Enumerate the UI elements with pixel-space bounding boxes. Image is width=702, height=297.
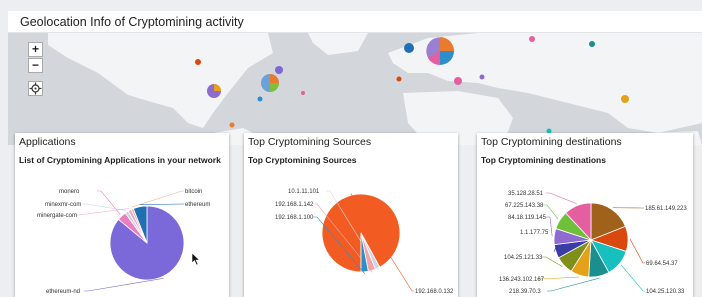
map-marker <box>301 91 305 95</box>
slice-label: 218.39.70.3 <box>509 289 541 295</box>
slice-label: 104.25.121.33 <box>504 255 543 261</box>
locate-button[interactable] <box>28 81 43 96</box>
map-marker <box>229 122 235 128</box>
leader-line <box>546 192 577 205</box>
slice-label: 192.168.1.100 <box>275 215 314 221</box>
map-marker <box>454 77 462 85</box>
map-marker <box>275 66 283 74</box>
leader-line <box>620 264 645 292</box>
destinations-card: Top Cryptomining destinations Top Crypto… <box>477 133 693 297</box>
zoom-in-button[interactable]: + <box>28 42 43 57</box>
pie-chart: 192.168.0.132 10.1.11.101 192.168.1.142 192… <box>275 189 454 295</box>
slice-label: 10.1.11.101 <box>288 189 320 195</box>
slice-label: bitcoin <box>185 189 202 195</box>
geo-map[interactable]: + − <box>8 33 702 145</box>
map-marker <box>589 41 595 47</box>
pie-chart: ethereum-nd monero minexmr-com minergate-co… <box>37 189 210 295</box>
dashboard-title: Geolocation Info of Cryptomining activit… <box>20 15 244 29</box>
leader-line <box>629 238 645 264</box>
leader-line <box>84 277 164 292</box>
slice-label: 84.18.119.145 <box>508 215 547 221</box>
leader-line <box>131 190 184 208</box>
slice-label: 185.61.149.223 <box>645 206 687 212</box>
slice-label: monero <box>59 189 80 195</box>
map-marker <box>257 96 263 102</box>
slice-label: ethereum-nd <box>46 289 80 295</box>
map-marker-slice <box>270 74 279 83</box>
top-bar <box>0 0 702 10</box>
map-marker <box>404 43 414 53</box>
slice-label: 192.168.0.132 <box>415 289 454 295</box>
map-marker-slice <box>270 83 279 92</box>
map-marker <box>195 59 201 65</box>
slice-label: minergate-com <box>37 213 77 219</box>
leader-line <box>83 203 126 211</box>
map-marker <box>396 76 402 82</box>
slice-label: 35.128.28.51 <box>508 191 544 197</box>
slice-label: 136.243.102.167 <box>499 277 545 283</box>
sources-card: Top Cryptomining Sources Top Cryptominin… <box>244 133 458 297</box>
slice-label: 104.25.120.33 <box>646 289 685 295</box>
mouse-cursor-icon <box>191 252 201 266</box>
landmass-north-america <box>48 33 273 128</box>
landmass-greenland <box>308 33 368 55</box>
slice-label: 1.1.177.75 <box>520 230 549 236</box>
applications-card: Applications List of Cryptomining Applic… <box>15 133 229 297</box>
crosshair-icon <box>29 82 42 95</box>
slice-label: 67.225.143.38 <box>505 203 544 209</box>
map-marker <box>621 95 629 103</box>
leader-line <box>139 203 184 205</box>
pie-chart: 185.61.149.223 69.64.54.37 104.25.120.33 21… <box>499 191 687 295</box>
leader-line <box>547 277 600 292</box>
slice-label: 192.168.1.142 <box>275 202 314 208</box>
world-map <box>48 33 702 145</box>
slice-label: minexmr-com <box>45 202 81 208</box>
map-marker <box>529 36 535 42</box>
map-marker <box>479 74 485 80</box>
panel-header: Geolocation Info of Cryptomining activit… <box>8 11 702 33</box>
zoom-out-button[interactable]: − <box>28 58 43 73</box>
slice-label: 69.64.54.37 <box>646 261 678 267</box>
slice-label: ethereum <box>185 202 210 208</box>
leader-line <box>75 208 129 216</box>
